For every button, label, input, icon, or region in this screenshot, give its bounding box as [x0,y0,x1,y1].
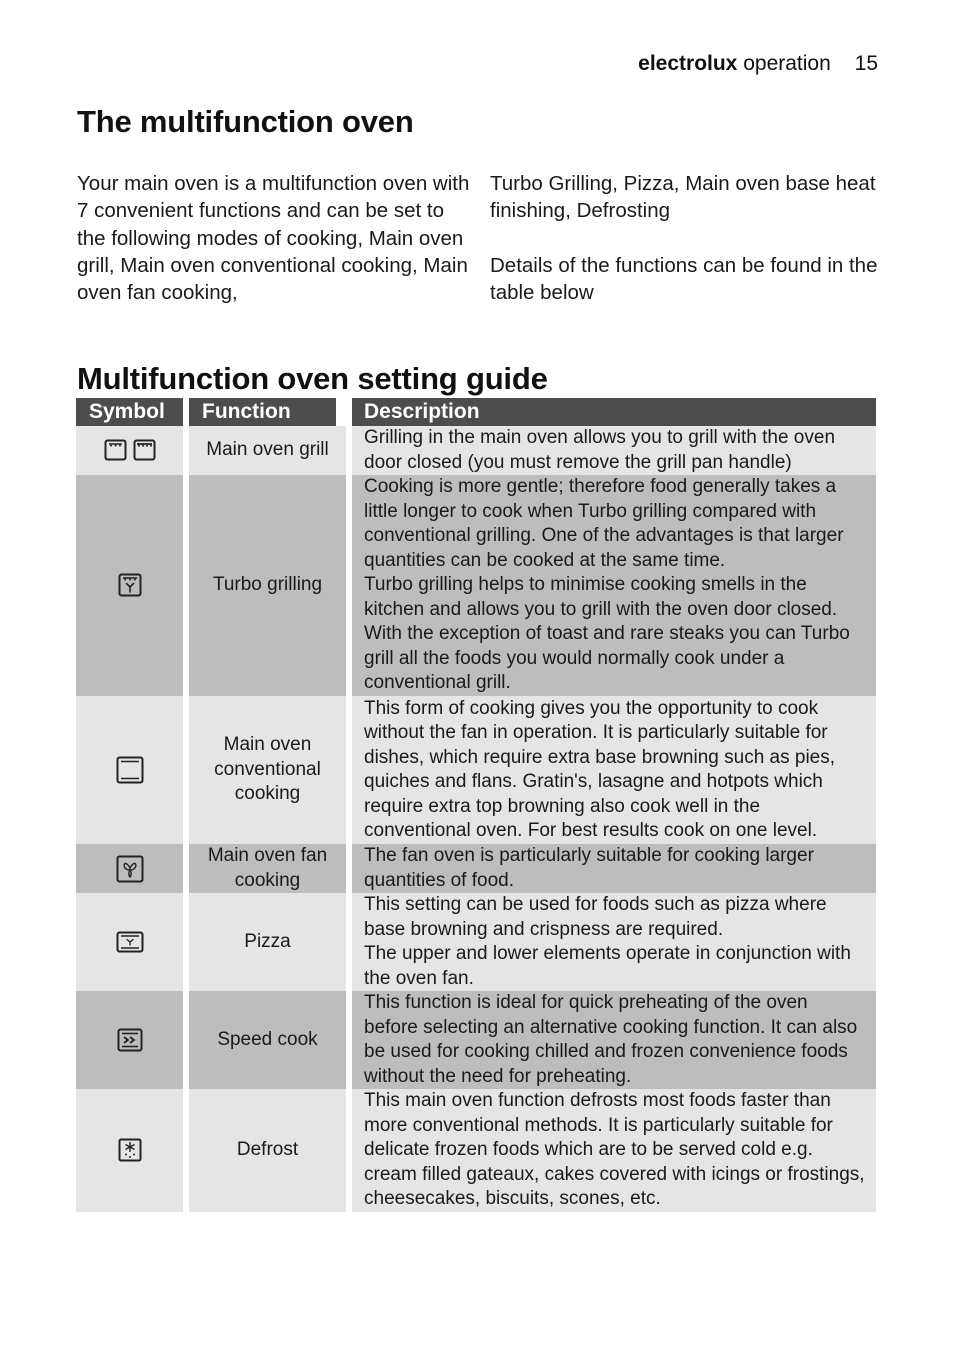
grill-icon [104,439,156,461]
column-header-description: Description [352,398,876,426]
turbo-grill-icon [118,573,142,597]
function-cell: Speed cook [189,991,352,1089]
table-row: Defrost This main oven function defrosts… [76,1089,876,1212]
intro-right-column: Turbo Grilling, Pizza, Main oven base he… [490,170,890,306]
description-text: Grilling in the main oven allows you to … [364,427,836,473]
function-cell: Turbo grilling [189,475,352,696]
description-cell: This main oven function defrosts most fo… [352,1089,876,1212]
intro-left-column: Your main oven is a multifunction oven w… [77,170,477,306]
description-text: This form of cooking gives you the oppor… [364,697,836,842]
symbol-cell [76,696,189,844]
description-cell: Cooking is more gentle; therefore food g… [352,475,876,696]
description-text: This main oven function defrosts most fo… [364,1090,865,1210]
table-row: Turbo grilling Cooking is more gentle; t… [76,475,876,696]
page-title: The multifunction oven [77,104,414,139]
table-row: Main oven fan cooking The fan oven is pa… [76,844,876,893]
symbol-cell [76,426,189,475]
speed-cook-icon [117,1028,143,1052]
function-cell: Main oven grill [189,426,352,475]
intro-paragraph: Turbo Grilling, Pizza, Main oven base he… [490,172,876,223]
description-cell: This setting can be used for foods such … [352,893,876,991]
description-cell: This function is ideal for quick preheat… [352,991,876,1089]
defrost-icon [118,1138,142,1162]
function-cell: Main oven fan cooking [189,844,352,893]
description-cell: Grilling in the main oven allows you to … [352,426,876,475]
oven-setting-guide-table: Symbol Function Description Main oven gr… [76,398,876,1212]
page-header: electrolux operation 15 [638,52,878,76]
column-header-symbol: Symbol [76,398,189,426]
table-row: Main oven grill Grilling in the main ove… [76,426,876,475]
brand-name: electrolux [638,52,738,75]
table-header-row: Symbol Function Description [76,398,876,426]
description-text: This function is ideal for quick preheat… [364,992,858,1087]
section-name: operation [743,52,831,75]
description-text: Turbo grilling helps to minimise cooking… [364,574,850,694]
fan-icon [116,855,144,883]
symbol-cell [76,475,189,696]
symbol-cell [76,844,189,893]
description-text: The upper and lower elements operate in … [364,943,851,989]
description-cell: The fan oven is particularly suitable fo… [352,844,876,893]
guide-title: Multifunction oven setting guide [77,361,548,396]
table-row: Main oven conventional cooking This form… [76,696,876,844]
function-cell: Defrost [189,1089,352,1212]
pizza-icon [116,931,144,953]
description-text: The fan oven is particularly suitable fo… [364,845,814,891]
symbol-cell [76,1089,189,1212]
description-cell: This form of cooking gives you the oppor… [352,696,876,844]
intro-paragraph: Your main oven is a multifunction oven w… [77,172,470,305]
column-header-function: Function [189,398,352,426]
intro-paragraph: Details of the functions can be found in… [490,253,878,305]
description-text: Cooking is more gentle; therefore food g… [364,476,844,571]
symbol-cell [76,991,189,1089]
table-row: Pizza This setting can be used for foods… [76,893,876,991]
function-cell: Pizza [189,893,352,991]
symbol-cell [76,893,189,991]
description-text: This setting can be used for foods such … [364,894,827,940]
page-number: 15 [854,52,878,75]
conventional-icon [116,756,144,784]
table-row: Speed cook This function is ideal for qu… [76,991,876,1089]
function-cell: Main oven conventional cooking [189,696,352,844]
